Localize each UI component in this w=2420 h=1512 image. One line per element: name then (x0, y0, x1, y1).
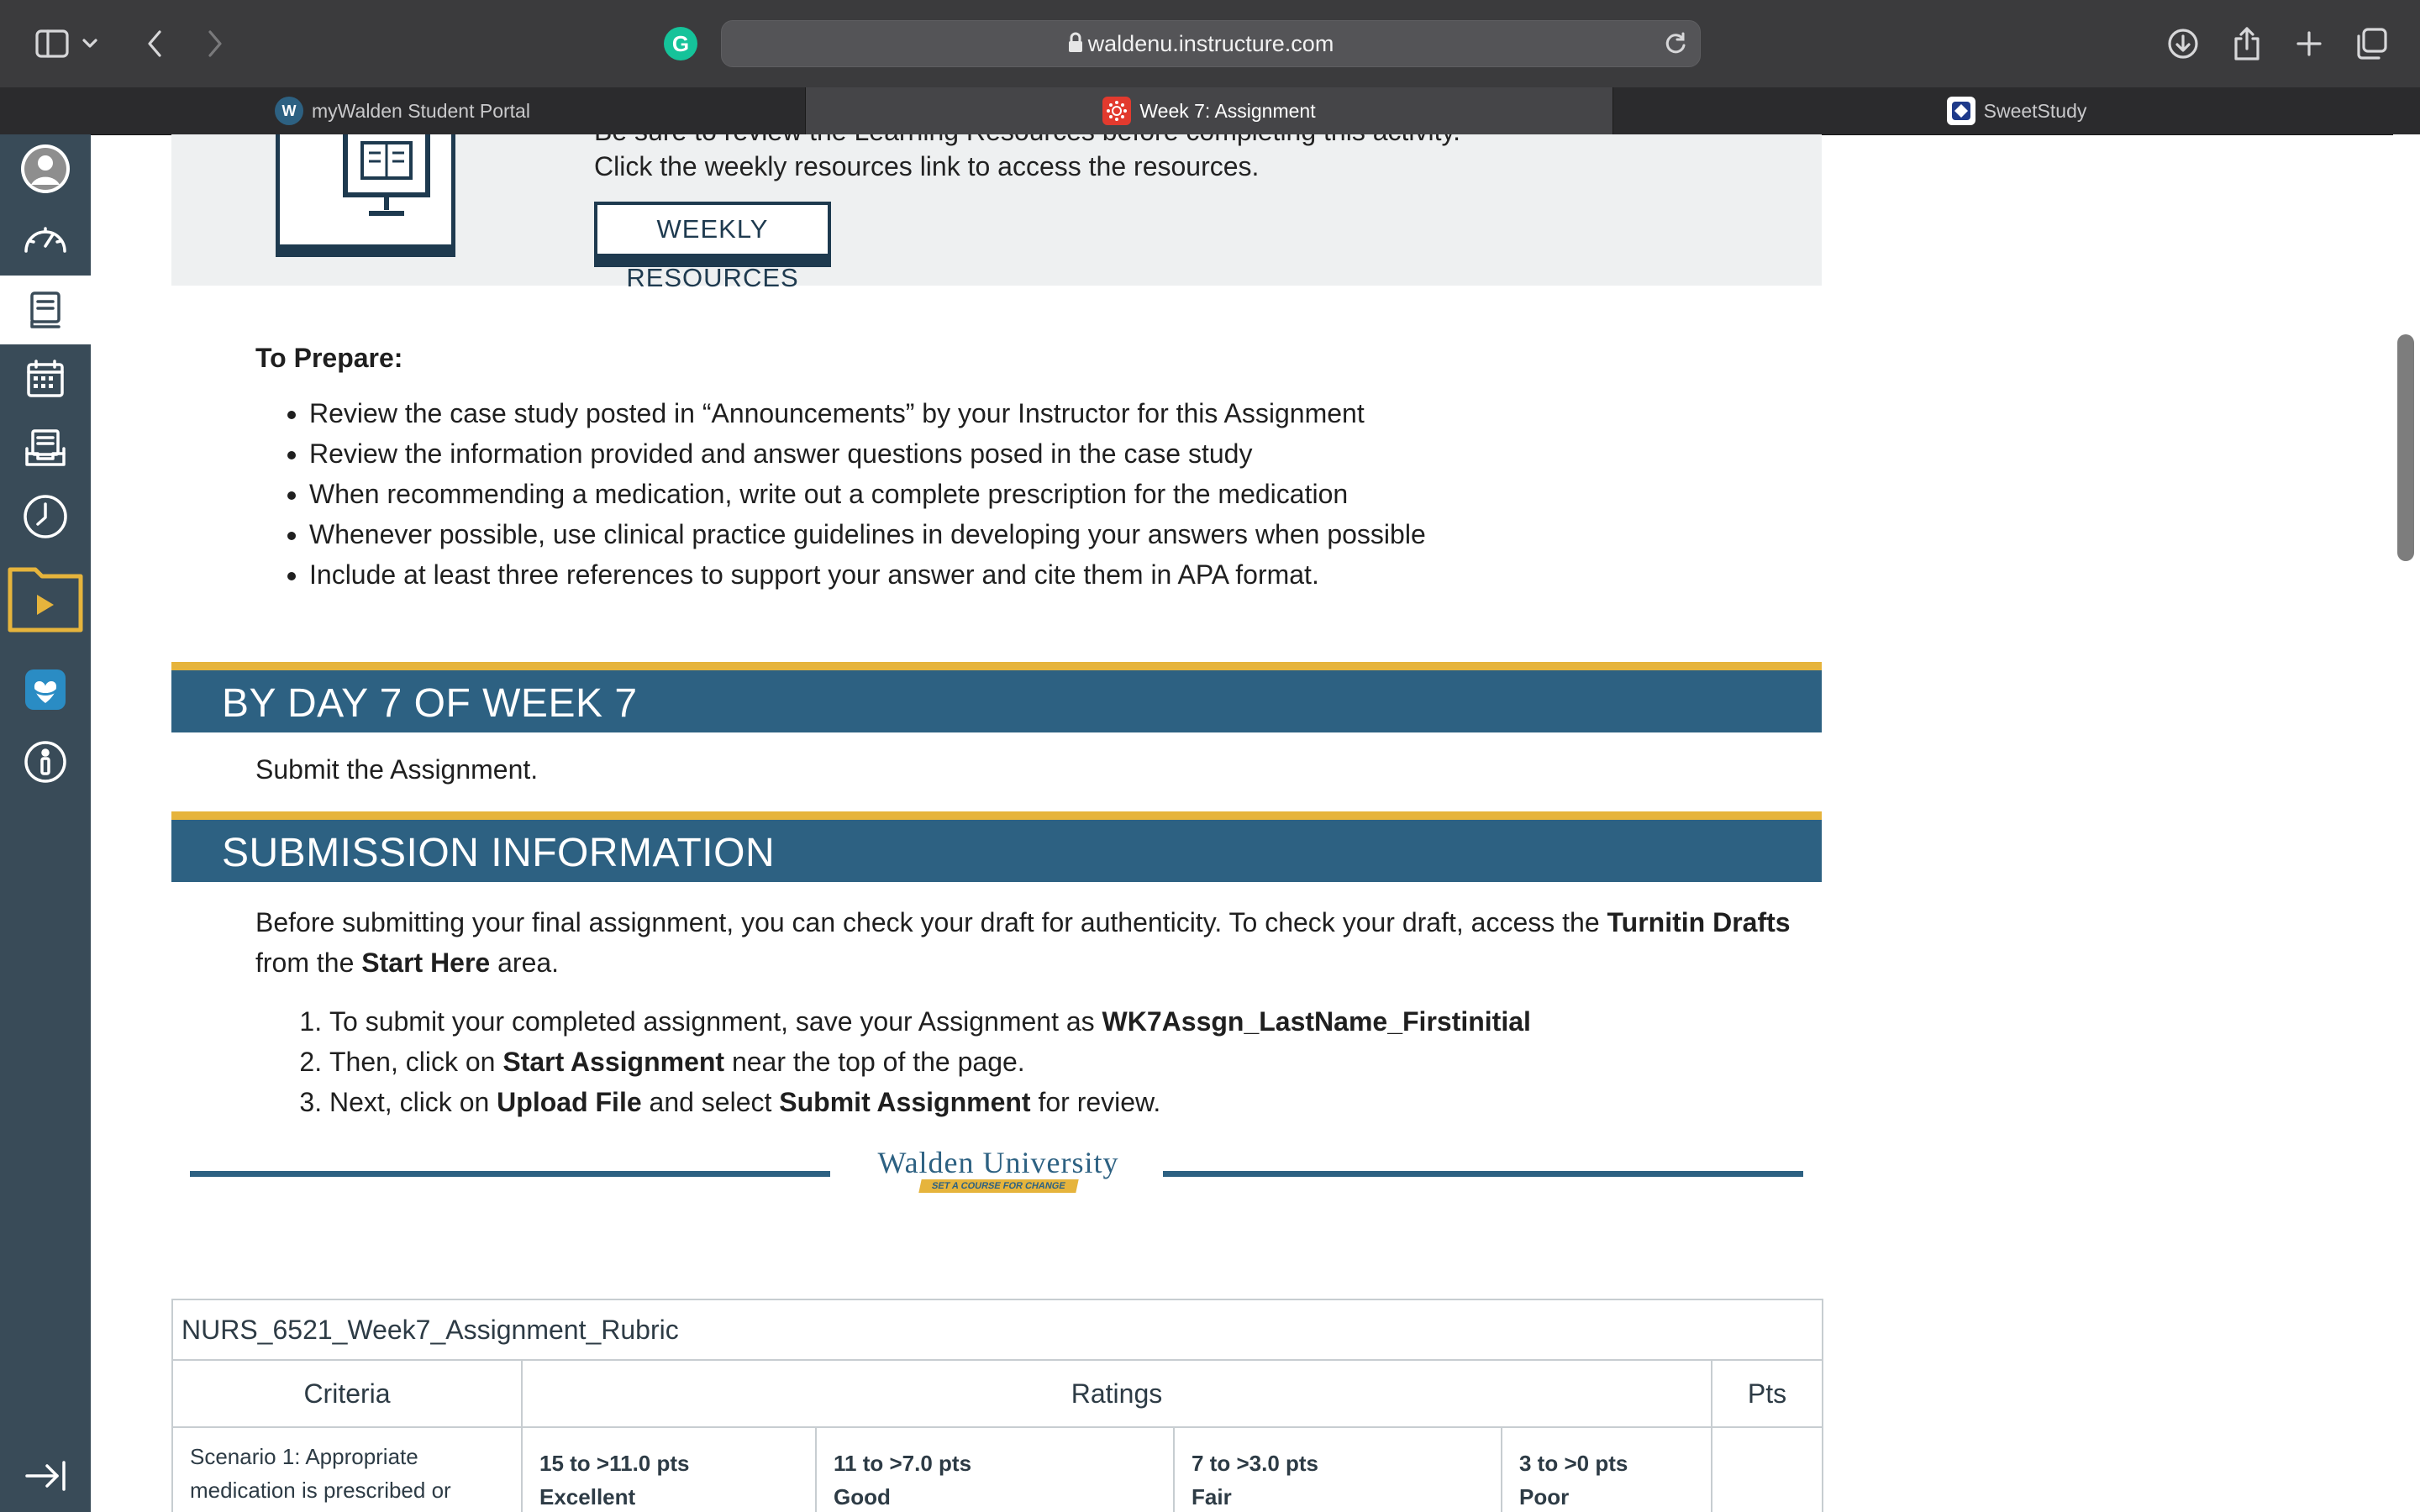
collapse-nav-icon[interactable] (0, 1441, 91, 1510)
submission-intro: Before submitting your final assignment,… (255, 902, 1818, 983)
resources-intro-text: Be sure to review the Learning Resources… (594, 134, 1460, 147)
downloads-icon[interactable] (2161, 22, 2205, 66)
account-icon[interactable] (0, 134, 91, 203)
resources-link-text: Click the weekly resources link to acces… (594, 151, 1260, 181)
start-here-text: Start Here (361, 948, 491, 978)
commons-icon[interactable] (0, 655, 91, 724)
computer-monitor-icon (276, 134, 455, 257)
sidebar-toggle-icon[interactable] (30, 22, 74, 66)
criteria-header: Criteria (171, 1359, 523, 1428)
banner-title: BY DAY 7 OF WEEK 7 (222, 681, 638, 726)
tab-week7-assignment[interactable]: Week 7: Assignment (805, 87, 1613, 134)
scrollbar-thumb[interactable] (2397, 334, 2414, 561)
rating-cell: 11 to >7.0 pts Good (815, 1426, 1175, 1512)
banner-title: SUBMISSION INFORMATION (222, 831, 776, 875)
submission-steps: To submit your completed assignment, sav… (279, 1001, 1531, 1122)
learning-resources-box: Be sure to review the Learning Resources… (171, 134, 1822, 292)
walden-university-logo: Walden University SET A COURSE FOR CHANG… (845, 1147, 1151, 1201)
canvas-global-nav (0, 134, 91, 1512)
lock-icon (1067, 32, 1084, 58)
rubric-title: NURS_6521_Week7_Assignment_Rubric (171, 1299, 1824, 1361)
tab-bar: W myWalden Student Portal Week 7: Assign… (0, 87, 2420, 135)
tab-sweetstudy[interactable]: SweetStudy (1613, 87, 2420, 134)
tab-overview-icon[interactable] (2349, 22, 2393, 66)
pts-header: Pts (1710, 1359, 1824, 1428)
list-item: Then, click on Start Assignment near the… (329, 1042, 1531, 1082)
address-bar[interactable]: waldenu.instructure.com (721, 20, 1701, 67)
walden-w-icon: W (275, 97, 304, 125)
list-item: When recommending a medication, write ou… (309, 474, 1426, 514)
to-prepare-heading: To Prepare: (255, 343, 403, 373)
calendar-icon[interactable] (0, 344, 91, 413)
list-item: Next, click on Upload File and select Su… (329, 1082, 1531, 1122)
studio-icon[interactable] (0, 554, 91, 638)
divider-line (1163, 1171, 1803, 1177)
intro-text: from the (255, 948, 362, 978)
weekly-resources-button[interactable]: WEEKLY RESOURCES (594, 202, 831, 292)
turnitin-drafts-text: Turnitin Drafts (1607, 907, 1791, 937)
intro-text: Before submitting your final assignment,… (255, 907, 1607, 937)
new-tab-icon[interactable] (2287, 22, 2331, 66)
criteria-cell: Scenario 1: Appropriate medication is pr… (171, 1426, 523, 1512)
inbox-icon[interactable] (0, 413, 91, 482)
rating-cell: 7 to >3.0 pts Fair (1173, 1426, 1502, 1512)
pts-cell (1710, 1426, 1824, 1512)
tab-label: SweetStudy (1983, 99, 2087, 122)
prepare-list: Review the case study posted in “Announc… (267, 393, 1426, 595)
grammarly-extension-icon[interactable]: G (664, 27, 697, 60)
list-item: Whenever possible, use clinical practice… (309, 514, 1426, 554)
submission-banner: SUBMISSION INFORMATION (171, 811, 1822, 882)
list-item: Include at least three references to sup… (309, 554, 1426, 595)
canvas-icon (1102, 97, 1132, 125)
url-text: waldenu.instructure.com (1087, 31, 1334, 56)
rubric-table: NURS_6521_Week7_Assignment_Rubric Criter… (171, 1299, 1824, 1512)
list-item: Review the case study posted in “Announc… (309, 393, 1426, 433)
rating-cell: 15 to >11.0 pts Excellent (521, 1426, 817, 1512)
forward-icon[interactable] (193, 22, 237, 66)
divider-line (190, 1171, 830, 1177)
tab-label: Week 7: Assignment (1139, 99, 1316, 122)
tab-mywalden[interactable]: W myWalden Student Portal (0, 87, 805, 134)
logo-wordmark: Walden University (877, 1146, 1119, 1179)
list-item: Review the information provided and answ… (309, 433, 1426, 474)
table-row: Scenario 1: Appropriate medication is pr… (171, 1426, 1824, 1512)
sweetstudy-icon (1946, 97, 1975, 125)
share-icon[interactable] (2225, 22, 2269, 66)
back-icon[interactable] (133, 22, 176, 66)
help-icon[interactable] (0, 727, 91, 796)
tab-label: myWalden Student Portal (312, 99, 530, 122)
courses-icon[interactable] (0, 276, 91, 344)
ratings-header: Ratings (521, 1359, 1712, 1428)
history-icon[interactable] (0, 482, 91, 551)
intro-text: area. (490, 948, 560, 978)
browser-toolbar: G waldenu.instructure.com (0, 0, 2420, 88)
chevron-down-icon[interactable] (77, 22, 103, 66)
list-item: To submit your completed assignment, sav… (329, 1001, 1531, 1042)
assignment-content: Be sure to review the Learning Resources… (91, 134, 2393, 1512)
logo-tagline: SET A COURSE FOR CHANGE (918, 1179, 1079, 1193)
dashboard-icon[interactable] (0, 205, 91, 274)
rating-cell: 3 to >0 pts Poor (1501, 1426, 1712, 1512)
submit-text: Submit the Assignment. (255, 754, 539, 785)
reload-icon[interactable] (1663, 31, 1688, 60)
day7-banner: BY DAY 7 OF WEEK 7 (171, 662, 1822, 732)
